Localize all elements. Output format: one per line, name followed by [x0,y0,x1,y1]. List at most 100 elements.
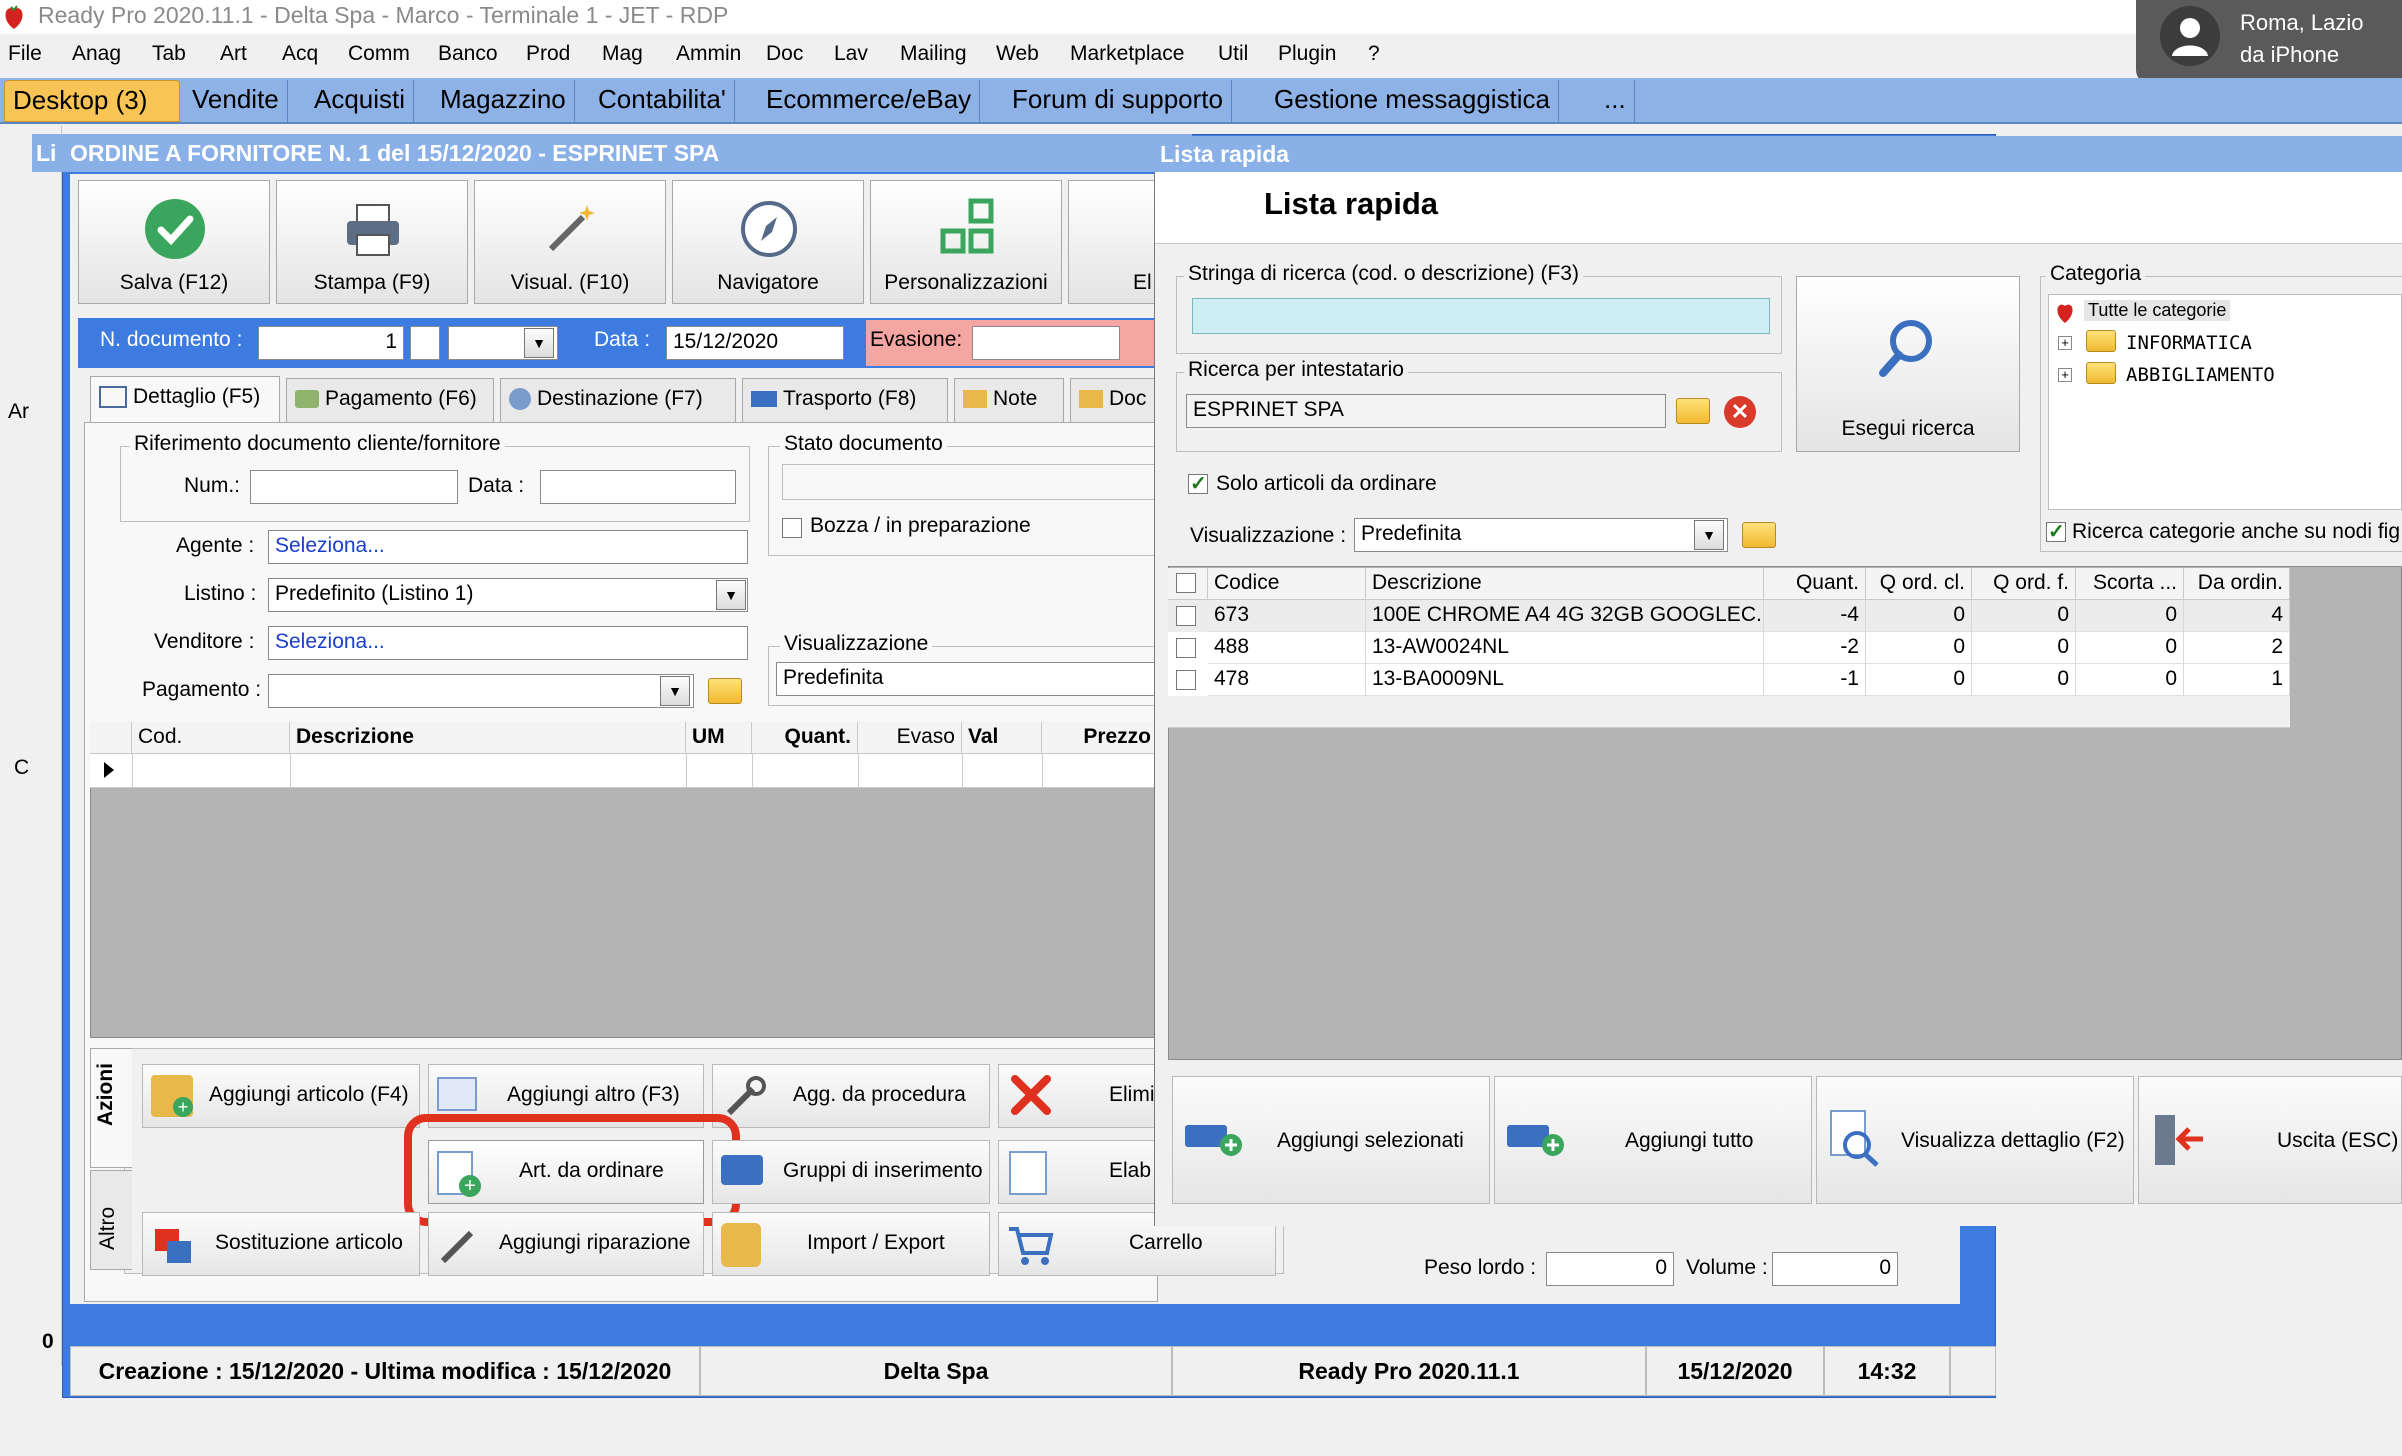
insert-groups-button[interactable]: Gruppi di inserimento [712,1140,990,1204]
peso-field[interactable]: 0 [1546,1252,1674,1286]
table-row-empty[interactable] [1168,696,2290,728]
nav-tab-acquisti[interactable]: Acquisti [306,80,415,122]
nav-tab-contabilita[interactable]: Contabilita' [590,80,735,122]
data-label: Data : [594,328,651,351]
menu-doc[interactable]: Doc [766,42,803,66]
add-article-button[interactable]: + Aggiungi articolo (F4) [142,1064,420,1128]
menu-lav[interactable]: Lav [834,42,868,66]
tab-doc[interactable]: Doc [1070,378,1158,422]
nav-tab-messaggistica[interactable]: Gestione messaggistica [1266,80,1560,122]
execute-search-button[interactable]: Esegui ricerca [1796,276,2020,452]
customize-button[interactable]: Personalizzazioni [870,180,1062,304]
nav-tab-vendite[interactable]: Vendite [184,80,288,122]
save-button[interactable]: Salva (F12) [78,180,270,304]
view-detail-button[interactable]: Visualizza dettaglio (F2) [1816,1076,2134,1204]
venditore-field[interactable]: Seleziona... [268,626,748,660]
category-all[interactable]: Tutte le categorie [2084,300,2231,321]
nav-tab-ecommerce[interactable]: Ecommerce/eBay [758,80,981,122]
table-row[interactable]: 673 100E CHROME A4 4G 32GB GOOGLEC... -4… [1168,600,2290,632]
intest-field[interactable]: ESPRINET SPA [1186,394,1666,428]
menu-plugin[interactable]: Plugin [1278,42,1336,66]
n-documento-spin[interactable] [410,326,440,360]
row-checkbox[interactable] [1176,606,1196,626]
tab-note[interactable]: Note [954,378,1064,422]
evasione-field[interactable] [972,326,1120,360]
solo-articoli-checkbox[interactable] [1188,471,1208,496]
exit-button[interactable]: Uscita (ESC) [2138,1076,2402,1204]
order-visual-field[interactable]: Predefinita [776,662,1158,696]
truck-icon [751,391,777,408]
navigator-button[interactable]: Navigatore [672,180,864,304]
num-field[interactable] [250,470,458,504]
data-field[interactable]: 15/12/2020 [666,326,844,360]
table-row[interactable]: 488 13-AW0024NL -2 0 0 0 2 [1168,632,2290,664]
menu-mailing[interactable]: Mailing [900,42,967,66]
pagamento-folder-icon[interactable] [708,678,742,704]
delete-doc-button[interactable]: El [1068,180,1158,304]
tab-trasporto[interactable]: Trasporto (F8) [742,378,948,422]
notification-banner[interactable]: Roma, Lazio da iPhone [2136,0,2402,84]
preview-button[interactable]: Visual. (F10) [474,180,666,304]
category-abbigliamento[interactable]: ABBIGLIAMENTO [2126,364,2275,386]
add-repair-button[interactable]: Aggiungi riparazione [428,1212,704,1276]
row-checkbox[interactable] [1176,670,1196,690]
tab-dettaglio[interactable]: Dettaglio (F5) [90,376,280,424]
print-button[interactable]: Stampa (F9) [276,180,468,304]
bozza-checkbox[interactable] [782,518,802,538]
pagamento-dropdown-icon[interactable]: ▼ [660,676,690,706]
menu-util[interactable]: Util [1218,42,1248,66]
table-row[interactable]: 478 13-BA0009NL -1 0 0 0 1 [1168,664,2290,696]
menu-file[interactable]: File [8,42,42,66]
cell-scorta: 0 [2076,632,2184,664]
delete-row-button[interactable]: Elimi [998,1064,1158,1128]
category-informatica[interactable]: INFORMATICA [2126,332,2252,354]
menu-ammin[interactable]: Ammin [676,42,741,66]
tree-expand-icon[interactable]: + [2058,336,2072,350]
menu-prod[interactable]: Prod [526,42,570,66]
elaborate-button[interactable]: Elab [998,1140,1158,1204]
menu-banco[interactable]: Banco [438,42,498,66]
menu-art[interactable]: Art [220,42,247,66]
grid-empty-row[interactable] [90,754,1158,788]
menu-acq[interactable]: Acq [282,42,318,66]
series-dropdown-icon[interactable]: ▼ [524,328,554,358]
nav-tab-more[interactable]: ... [1596,80,1635,122]
listino-select[interactable]: Predefinito (Listino 1) [268,578,748,612]
add-all-button[interactable]: Aggiungi tutto [1494,1076,1812,1204]
tab-destinazione[interactable]: Destinazione (F7) [500,378,736,422]
add-selected-button[interactable]: Aggiungi selezionati [1172,1076,1490,1204]
menu-help[interactable]: ? [1368,42,1380,66]
search-input[interactable] [1192,298,1770,334]
agente-field[interactable]: Seleziona... [268,530,748,564]
lista-visual-folder-icon[interactable] [1742,522,1776,548]
tab-pagamento[interactable]: Pagamento (F6) [286,378,494,422]
lista-visual-select[interactable]: Predefinita [1354,518,1728,552]
intest-folder-icon[interactable] [1676,398,1710,424]
clear-red-icon[interactable]: ✕ [1724,396,1756,428]
menu-anag[interactable]: Anag [72,42,121,66]
menu-comm[interactable]: Comm [348,42,410,66]
lista-visual-dropdown-icon[interactable]: ▼ [1694,520,1724,550]
tree-expand-icon[interactable]: + [2058,368,2072,382]
intest-group-title: Ricerca per intestatario [1184,358,1408,382]
pagamento-select[interactable] [268,674,694,708]
nav-tab-magazzino[interactable]: Magazzino [432,80,575,122]
menu-marketplace[interactable]: Marketplace [1070,42,1184,66]
menu-tab[interactable]: Tab [152,42,186,66]
import-export-button[interactable]: Import / Export [712,1212,990,1276]
nav-tab-desktop[interactable]: Desktop (3) [4,80,180,122]
n-documento-field[interactable]: 1 [258,326,404,360]
background-label-ar: Ar [8,400,29,423]
ricerca-cat-checkbox[interactable] [2046,519,2066,544]
nav-tab-forum[interactable]: Forum di supporto [1004,80,1232,122]
add-from-procedure-button[interactable]: Agg. da procedura [712,1064,990,1128]
resize-grip-icon[interactable] [1950,1346,1996,1396]
row-checkbox[interactable] [1176,638,1196,658]
replace-article-button[interactable]: Sostituzione articolo [142,1212,420,1276]
volume-field[interactable]: 0 [1772,1252,1898,1286]
menu-mag[interactable]: Mag [602,42,643,66]
menu-web[interactable]: Web [996,42,1039,66]
select-all-checkbox[interactable] [1176,573,1196,593]
listino-dropdown-icon[interactable]: ▼ [716,580,746,610]
data2-field[interactable] [540,470,736,504]
